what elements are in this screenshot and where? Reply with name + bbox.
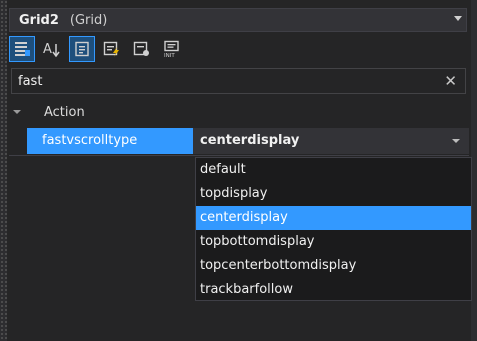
categorized-icon	[15, 42, 30, 56]
style-icon	[133, 41, 149, 56]
object-type: (Grid)	[69, 12, 108, 28]
divider	[9, 155, 469, 156]
init-icon: INIT	[164, 40, 179, 58]
category-label: Action	[44, 104, 85, 120]
categorized-button[interactable]	[9, 36, 35, 62]
clear-search-icon[interactable]: ✕	[444, 74, 457, 89]
property-value-field[interactable]: centerdisplay	[193, 128, 469, 154]
category-action[interactable]: Action	[9, 101, 469, 123]
alphabetical-sort-icon: A	[43, 42, 60, 58]
object-selector[interactable]: Grid2 (Grid)	[9, 8, 467, 32]
resize-grip[interactable]	[0, 0, 7, 341]
search-box[interactable]: ✕	[11, 68, 466, 94]
svg-text:INIT: INIT	[164, 53, 175, 58]
events-button[interactable]	[99, 36, 125, 62]
alphabetical-sort-button[interactable]: A	[39, 36, 65, 62]
object-name: Grid2	[19, 12, 59, 28]
dropdown-list[interactable]: default topdisplay centerdisplay topbott…	[195, 157, 472, 301]
collapse-triangle-icon[interactable]	[13, 110, 21, 114]
dropdown-button[interactable]	[443, 128, 469, 154]
properties-button[interactable]	[69, 36, 95, 62]
dropdown-option[interactable]: default	[196, 158, 471, 182]
property-name[interactable]: fastvscrolltype	[27, 128, 193, 154]
dropdown-option[interactable]: topdisplay	[196, 182, 471, 206]
svg-text:A: A	[43, 42, 52, 57]
property-row[interactable]: fastvscrolltype centerdisplay	[27, 128, 469, 154]
dropdown-option-selected[interactable]: centerdisplay	[196, 206, 471, 230]
init-button[interactable]: INIT	[159, 36, 185, 62]
dropdown-option[interactable]: topcenterbottomdisplay	[196, 254, 471, 278]
property-value: centerdisplay	[200, 133, 300, 148]
search-input[interactable]	[18, 73, 438, 89]
chevron-down-icon	[452, 139, 460, 143]
properties-icon	[75, 41, 89, 57]
dropdown-option[interactable]: trackbarfollow	[196, 278, 471, 302]
dropdown-option[interactable]: topbottomdisplay	[196, 230, 471, 254]
style-button[interactable]	[129, 36, 155, 62]
chevron-down-icon[interactable]	[454, 16, 462, 21]
toolbar: A INIT	[9, 36, 185, 64]
events-icon	[103, 41, 119, 57]
